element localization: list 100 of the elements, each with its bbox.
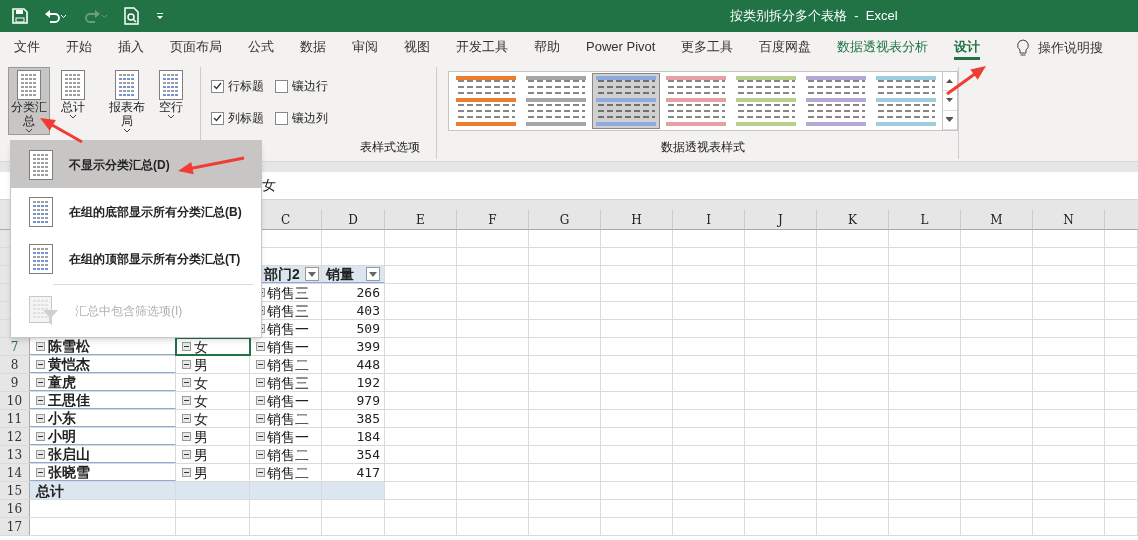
collapse-icon [182,432,191,441]
ribbon-tab[interactable]: 开始 [66,36,92,60]
down-icon [946,97,953,104]
column-header[interactable]: J [745,210,817,229]
cell-text: 销售三 [267,285,309,300]
cell-text: 张晓雪 [48,465,90,479]
group-label: 表样式选项 [360,139,421,156]
cell-text: 小明 [48,429,76,443]
checkbox-label: 列标题 [228,110,264,127]
column-header[interactable]: I [673,210,745,229]
column-header[interactable]: L [889,210,961,229]
table-header: 部门2 [264,267,300,281]
ribbon-tab[interactable]: 更多工具 [681,36,734,60]
cell-text: 小东 [48,411,76,425]
ribbon-button[interactable]: 分类汇总 [8,67,50,135]
layout-icon [115,70,139,100]
undo-icon[interactable] [44,8,68,24]
collapse-icon [182,342,191,351]
row-header[interactable]: 16 [0,500,30,517]
ribbon-tab[interactable]: 公式 [248,36,274,60]
ribbon-tab[interactable]: 插入 [118,36,144,60]
window-title: 按类别拆分多个表格 - Excel [730,7,898,26]
column-header[interactable]: K [817,210,889,229]
ribbon-tab[interactable]: 数据透视表分析 [837,36,929,60]
checkbox-label: 镶边列 [292,110,328,127]
ribbon-button[interactable]: 空行 [150,67,192,135]
collapse-icon [36,359,45,369]
ribbon-button[interactable]: 总计 [52,67,94,135]
lightbulb-icon [1016,39,1031,57]
row-header[interactable]: 11 [0,410,30,427]
row-header[interactable]: 14 [0,464,30,481]
formula-value: 女 [262,176,276,195]
collapse-icon [182,468,191,477]
caret-icon [25,128,33,133]
table-header: 销量 [326,267,354,281]
column-header[interactable]: G [529,210,601,229]
cell-text: 男 [194,429,208,444]
cell-text: 销售一 [267,339,309,354]
ribbon-tab[interactable]: 百度网盘 [759,36,812,60]
row-header[interactable]: 10 [0,392,30,409]
column-header[interactable]: E [385,210,457,229]
row-header[interactable]: 17 [0,518,30,535]
row-header[interactable]: 12 [0,428,30,445]
ribbon-tab[interactable]: 页面布局 [170,36,222,60]
checkbox-label: 行标题 [228,78,264,95]
tell-me-field[interactable]: 操作说明搜 [1038,38,1104,58]
checkbox-label: 镶边行 [292,78,328,95]
layout-icon [61,70,85,100]
menu-item[interactable]: 在组的顶部显示所有分类汇总(T) [11,235,261,282]
row-header[interactable]: 15 [0,482,30,499]
caret-icon [167,114,175,119]
caret-icon [69,114,77,119]
collapse-icon [256,414,265,423]
cell-text: 417 [356,466,380,479]
collapse-icon [36,449,45,459]
collapse-icon [36,467,45,477]
collapse-icon [256,396,265,405]
collapse-icon [256,450,265,459]
collapse-icon [256,342,265,351]
column-header[interactable]: N [1033,210,1105,229]
cell-text: 总计 [36,483,64,498]
cell-text: 399 [356,340,380,353]
ribbon-tab[interactable]: 开发工具 [456,36,508,60]
cell-text: 销售二 [267,465,309,480]
collapse-icon [256,360,265,369]
ribbon-tab[interactable]: 设计 [954,36,981,60]
ribbon-tab[interactable]: 审阅 [352,36,378,60]
column-header[interactable]: F [457,210,529,229]
column-header[interactable]: M [961,210,1033,229]
filter-button[interactable] [366,267,380,281]
ribbon-tab[interactable]: 视图 [404,36,430,60]
subtotal-layout-icon [29,243,53,274]
checkbox[interactable] [275,111,288,125]
row-header[interactable]: 9 [0,374,30,391]
save-icon[interactable] [12,8,28,24]
ribbon-tab[interactable]: 数据 [300,36,326,60]
row-header[interactable]: 7 [0,338,30,355]
cell-text: 509 [356,322,380,335]
ribbon-tab[interactable]: 帮助 [534,36,560,60]
customize-icon[interactable] [156,12,164,20]
caret-icon [308,271,316,277]
ribbon-tab[interactable]: Power Pivot [586,36,656,60]
checkbox[interactable] [275,79,288,93]
row-header[interactable]: 8 [0,356,30,373]
column-header[interactable]: D [322,210,385,229]
menu-item[interactable]: 不显示分类汇总(D) [11,141,261,188]
row-header[interactable]: 13 [0,446,30,463]
filter-button[interactable] [305,267,319,281]
caret-icon [369,271,377,277]
print-preview-icon[interactable] [124,7,140,25]
column-header[interactable]: H [601,210,673,229]
cell-text: 陈雪松 [48,339,90,353]
checkbox[interactable] [211,111,224,125]
check-icon [213,114,222,122]
checkbox[interactable] [211,79,224,93]
cell-text: 王思佳 [48,393,90,407]
ribbon-tab[interactable]: 文件 [14,36,40,60]
ribbon-button[interactable]: 报表布局 [106,67,148,135]
cell-text: 403 [356,304,380,317]
cell-text: 男 [194,357,208,372]
